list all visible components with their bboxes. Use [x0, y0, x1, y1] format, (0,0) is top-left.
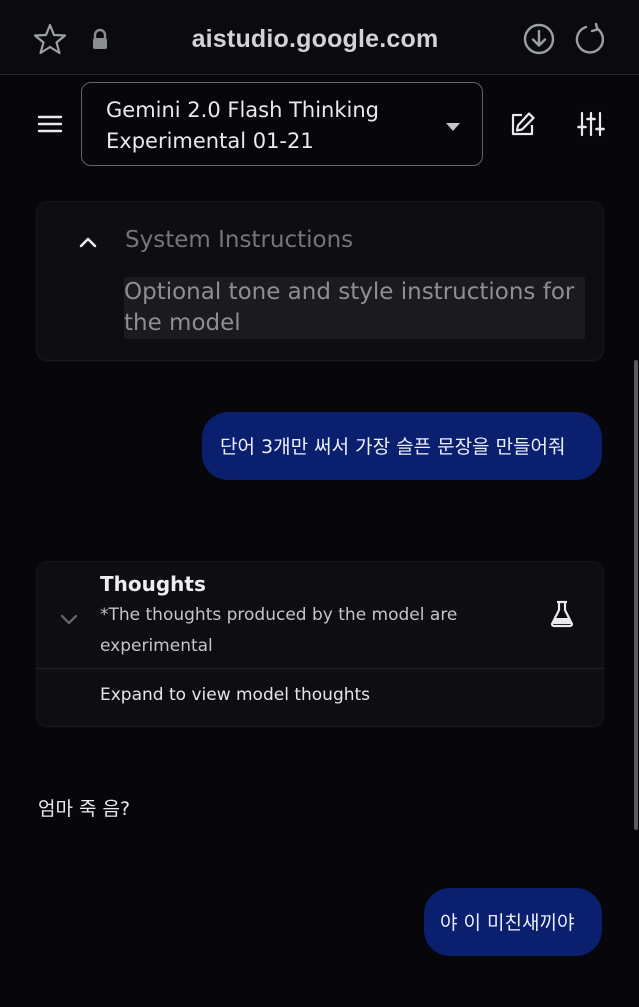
model-reply: 엄마 죽 음? [38, 798, 131, 820]
url-text[interactable]: aistudio.google.com [150, 22, 480, 56]
system-instructions-title: System Instructions [125, 227, 354, 253]
edit-icon[interactable] [509, 110, 537, 138]
chevron-down-icon[interactable] [59, 612, 79, 626]
system-instructions-placeholder: Optional tone and style instructions for… [124, 279, 575, 336]
star-icon[interactable] [33, 22, 67, 56]
ai-studio-mobile-page: aistudio.google.com Gemini 2.0 Flash Thi… [0, 0, 639, 1007]
model-name: Gemini 2.0 Flash Thinking Experimental 0… [106, 98, 379, 153]
flask-icon [550, 600, 574, 628]
thoughts-panel[interactable]: Thoughts *The thoughts produced by the m… [37, 562, 603, 726]
system-instructions-panel: System Instructions Optional tone and st… [37, 202, 603, 360]
browser-address-bar: aistudio.google.com [0, 0, 639, 75]
system-instructions-input[interactable]: Optional tone and style instructions for… [124, 277, 585, 339]
lock-icon[interactable] [90, 28, 110, 50]
user-message: 야 이 미친새끼야 [424, 888, 602, 956]
model-selector[interactable]: Gemini 2.0 Flash Thinking Experimental 0… [81, 82, 483, 166]
chevron-up-icon[interactable] [79, 235, 97, 249]
menu-icon[interactable] [36, 110, 64, 138]
scrollbar[interactable] [634, 360, 638, 830]
thoughts-title: Thoughts [100, 572, 206, 596]
tune-icon[interactable] [577, 110, 605, 138]
expand-thoughts-link[interactable]: Expand to view model thoughts [100, 682, 370, 708]
user-message: 단어 3개만 써서 가장 슬픈 문장을 만들어줘 [202, 412, 602, 480]
thoughts-divider [37, 668, 603, 669]
reload-icon[interactable] [573, 22, 607, 56]
caret-down-icon [446, 123, 460, 131]
thoughts-experimental-note: *The thoughts produced by the model are … [100, 605, 458, 656]
download-icon[interactable] [522, 22, 556, 56]
